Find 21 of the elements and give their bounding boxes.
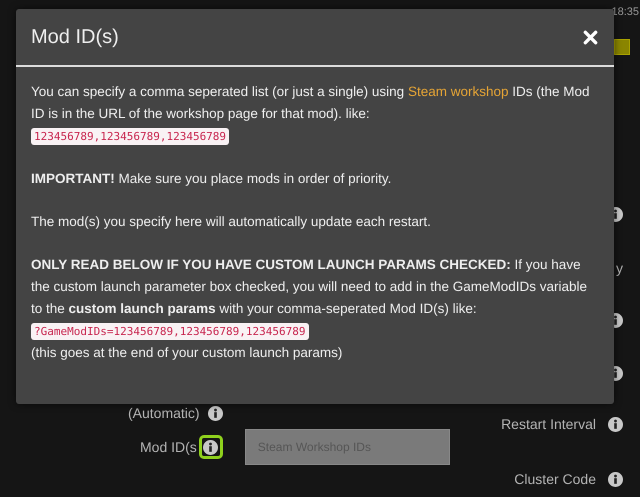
clock-time: 18:35	[611, 6, 639, 18]
mod-ids-label: Mod ID(s	[140, 439, 197, 455]
setting-label: Restart Interval	[501, 416, 596, 432]
setting-label: Cluster Code	[514, 471, 596, 487]
info-icon[interactable]	[608, 472, 623, 486]
help-text: You can specify a comma seperated list (or just a single) using Steam workshop IDs (the Mod ID is in the URL of the workshop page for that mod). like:	[31, 83, 591, 123]
setting-label: (Automatic)	[128, 405, 200, 421]
help-text: (this goes at the end of your custom launch params)	[31, 344, 344, 362]
info-icon[interactable]	[208, 406, 223, 420]
setting-label: y	[616, 260, 623, 276]
checkbox[interactable]	[614, 39, 630, 55]
info-button[interactable]	[198, 435, 223, 459]
steam-workshop-link[interactable]: Steam workshop	[408, 84, 508, 99]
close-icon[interactable]	[583, 30, 598, 44]
modal-title: Mod ID(s)	[31, 26, 119, 48]
info-icon[interactable]	[608, 416, 623, 432]
code-sample: 123456789,123456789,123456789	[31, 128, 230, 144]
code-sample: ?GameModIDs=123456789,123456789,123456789	[31, 322, 309, 340]
help-text: ONLY READ BELOW IF YOU HAVE CUSTOM LAUNCH PARAMS CHECKED: If you have the custom launch parameter box checked, you will need to add in the GameModIDs variable to the custom launch params with your comma-seperated Mod ID(s) like:	[31, 256, 588, 318]
help-text: IMPORTANT! Make sure you place mods in order of priority.	[31, 170, 392, 188]
help-text: The mod(s) you specify here will automatically update each restart.	[31, 213, 432, 231]
